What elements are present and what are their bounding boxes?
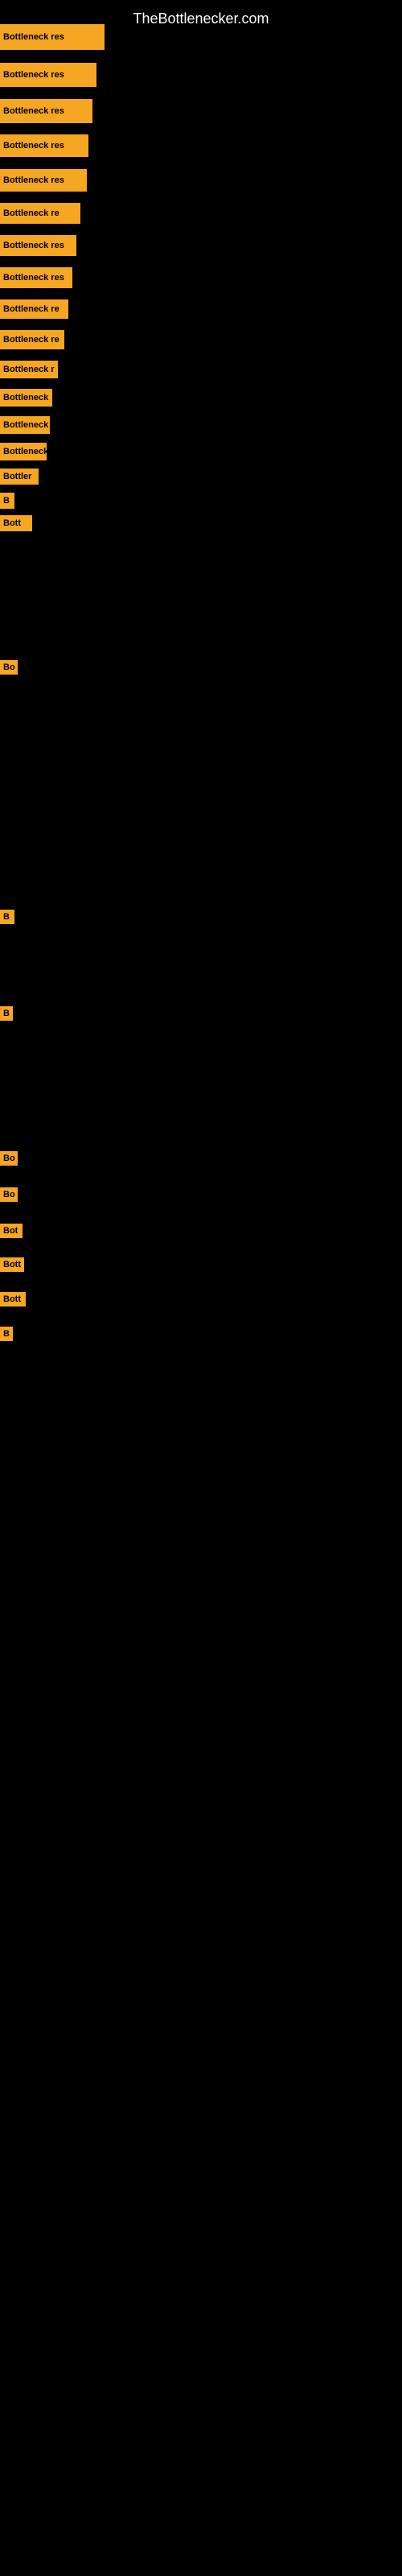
bottleneck-bar-13[interactable]: Bottleneck r bbox=[0, 416, 50, 434]
bottleneck-bar-14[interactable]: Bottleneck bbox=[0, 443, 47, 460]
bottleneck-bar-6[interactable]: Bottleneck re bbox=[0, 203, 80, 224]
bottleneck-bar-16[interactable]: B bbox=[0, 493, 14, 509]
bottleneck-bar-11[interactable]: Bottleneck r bbox=[0, 361, 58, 378]
bottleneck-bar-7[interactable]: Bottleneck res bbox=[0, 235, 76, 256]
bottleneck-bar-24[interactable]: Bott bbox=[0, 1257, 24, 1272]
bottleneck-bar-18[interactable]: Bo bbox=[0, 660, 18, 675]
bottleneck-bar-22[interactable]: Bo bbox=[0, 1187, 18, 1202]
bottleneck-bar-8[interactable]: Bottleneck res bbox=[0, 267, 72, 288]
bottleneck-bar-3[interactable]: Bottleneck res bbox=[0, 99, 92, 123]
bottleneck-bar-19[interactable]: B bbox=[0, 910, 14, 924]
bottleneck-bar-26[interactable]: B bbox=[0, 1327, 13, 1341]
bottleneck-bar-17[interactable]: Bott bbox=[0, 515, 32, 531]
bottleneck-bar-12[interactable]: Bottleneck bbox=[0, 389, 52, 407]
bottleneck-bar-2[interactable]: Bottleneck res bbox=[0, 63, 96, 87]
bottleneck-bar-4[interactable]: Bottleneck res bbox=[0, 134, 88, 157]
bottleneck-bar-9[interactable]: Bottleneck re bbox=[0, 299, 68, 319]
bottleneck-bar-15[interactable]: Bottler bbox=[0, 469, 39, 485]
bottleneck-bar-23[interactable]: Bot bbox=[0, 1224, 23, 1238]
bottleneck-bar-20[interactable]: B bbox=[0, 1006, 13, 1021]
bottleneck-bar-5[interactable]: Bottleneck res bbox=[0, 169, 87, 192]
bottleneck-bar-21[interactable]: Bo bbox=[0, 1151, 18, 1166]
bottleneck-bar-10[interactable]: Bottleneck re bbox=[0, 330, 64, 349]
bottleneck-bar-25[interactable]: Bott bbox=[0, 1292, 26, 1307]
bottleneck-bar-1[interactable]: Bottleneck res bbox=[0, 24, 105, 50]
